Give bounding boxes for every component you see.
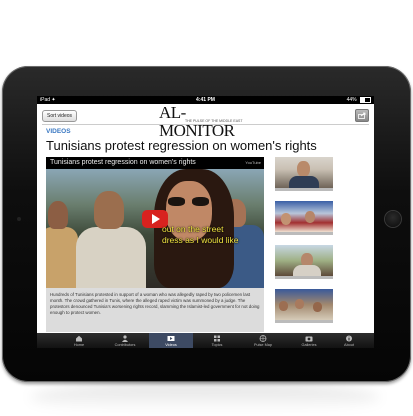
tab-label: About xyxy=(344,343,354,347)
subtitle-line: out on the street xyxy=(162,224,224,234)
video-player[interactable]: Tunisians protest regression on women's … xyxy=(46,157,264,288)
man-shirt xyxy=(76,227,146,288)
tab-label: Contributors xyxy=(114,343,136,347)
tab-topics[interactable]: Topics xyxy=(195,333,239,348)
globe-icon xyxy=(259,335,267,342)
bottom-tab-bar: Home Contributors Videos Topics Pulse Ma… xyxy=(37,333,374,348)
tab-home[interactable]: Home xyxy=(57,333,101,348)
sort-videos-button[interactable]: Sort videos xyxy=(42,110,78,122)
tab-contributors[interactable]: Contributors xyxy=(103,333,147,348)
tab-label: Pulse Map xyxy=(254,343,272,347)
tab-pulse-map[interactable]: Pulse Map xyxy=(241,333,285,348)
battery-indicator: 44% xyxy=(347,96,371,104)
top-bar: Sort videos AL-MONITOR THE PULSE OF THE … xyxy=(37,104,374,140)
device-shadow xyxy=(30,382,380,412)
related-videos-list xyxy=(275,157,335,332)
share-button[interactable] xyxy=(355,109,369,122)
video-thumbnail[interactable] xyxy=(275,289,333,323)
share-icon xyxy=(358,112,366,119)
logo-tagline: THE PULSE OF THE MIDDLE EAST xyxy=(185,119,243,123)
video-description: Hundreds of Tunisians protested in suppo… xyxy=(46,288,264,332)
house-icon xyxy=(76,335,82,342)
video-thumbnail[interactable] xyxy=(275,201,333,235)
tab-label: Home xyxy=(73,343,85,347)
subtitle-line: dress as I would like xyxy=(162,235,239,245)
video-thumbnail[interactable] xyxy=(275,245,333,279)
section-label: VIDEOS xyxy=(46,128,71,135)
video-frame xyxy=(46,169,264,288)
video-title: Tunisians protest regression on women's … xyxy=(50,159,196,166)
status-bar: iPad ✦ 4:41 PM 44% xyxy=(37,96,374,104)
man-face xyxy=(94,191,124,229)
page-title: Tunisians protest regression on women's … xyxy=(46,138,317,153)
film-icon xyxy=(167,336,175,341)
front-camera xyxy=(17,217,21,221)
app-screen: iPad ✦ 4:41 PM 44% Sort videos AL-MONITO… xyxy=(37,96,374,348)
video-thumbnail[interactable] xyxy=(275,157,333,191)
info-icon xyxy=(346,335,352,342)
clock: 4:41 PM xyxy=(196,97,215,103)
al-monitor-logo[interactable]: AL-MONITOR THE PULSE OF THE MIDDLE EAST xyxy=(159,104,253,140)
tab-label: Topics xyxy=(211,343,223,347)
tab-about[interactable]: About xyxy=(327,333,371,348)
protester-body xyxy=(46,227,78,288)
battery-percent: 44% xyxy=(346,97,357,103)
tab-label: Videos xyxy=(165,343,177,347)
tab-galleries[interactable]: Galleries xyxy=(287,333,331,348)
home-button[interactable] xyxy=(385,211,401,227)
camera-icon xyxy=(305,336,313,342)
battery-icon xyxy=(360,96,371,103)
sunglasses xyxy=(168,197,210,206)
tab-videos[interactable]: Videos xyxy=(149,333,193,348)
protester xyxy=(48,201,68,229)
youtube-logo: YouTube xyxy=(245,160,261,165)
grid-icon xyxy=(214,335,220,342)
header-divider xyxy=(42,124,369,125)
video-title-bar: Tunisians protest regression on women's … xyxy=(46,157,264,169)
tab-label: Galleries xyxy=(301,343,317,347)
person-icon xyxy=(122,335,128,342)
